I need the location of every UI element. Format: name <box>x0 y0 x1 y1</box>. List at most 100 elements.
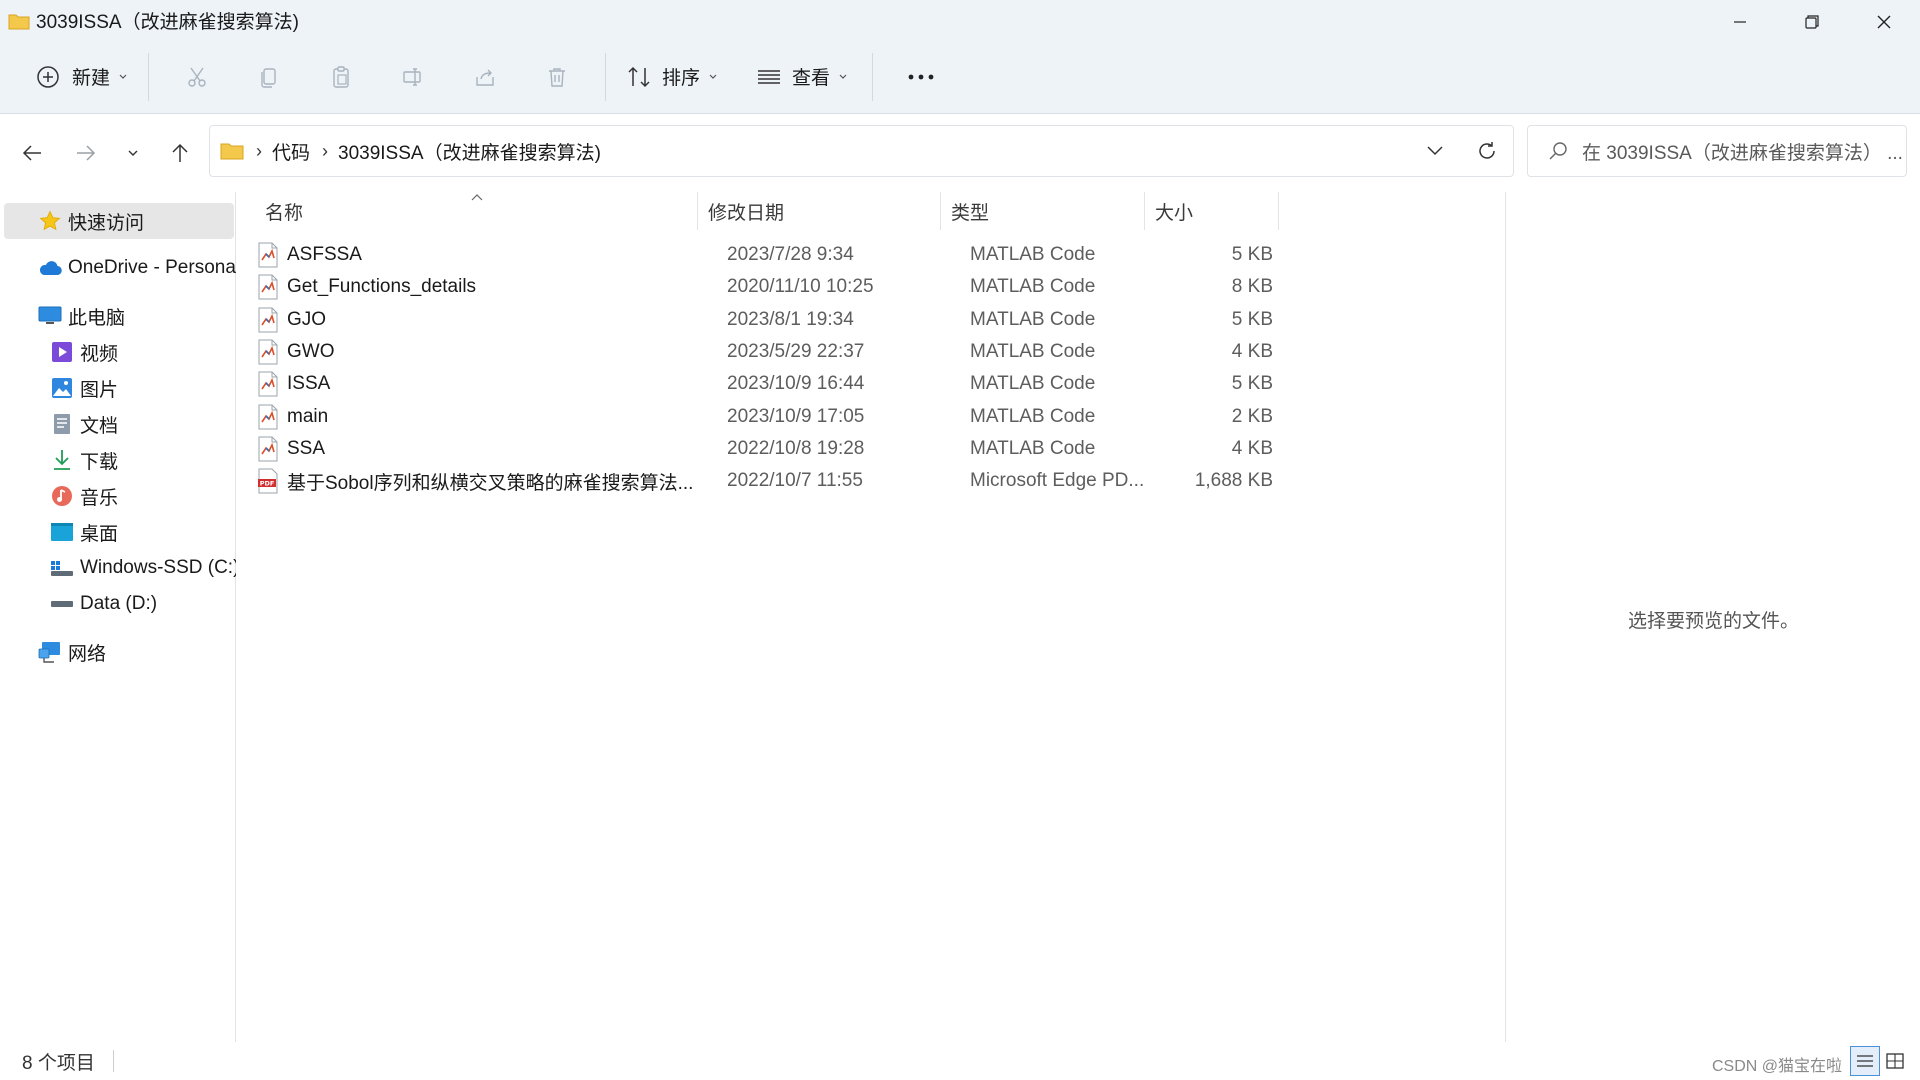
file-size: 2 KB <box>1231 405 1273 427</box>
matlab-file-icon <box>257 436 279 462</box>
clipboard-icon <box>333 65 349 88</box>
scissors-icon <box>188 67 206 87</box>
sidebar-item-documents[interactable]: 文档 <box>0 406 236 442</box>
file-type: MATLAB Code <box>970 276 1096 298</box>
sort-button[interactable]: 排序 <box>618 52 726 102</box>
matlab-file-icon <box>257 242 279 268</box>
column-type-label: 类型 <box>951 202 990 224</box>
back-button[interactable] <box>5 126 59 180</box>
file-name: ASFSSA <box>287 244 362 265</box>
file-name-cell: ISSA <box>257 368 697 400</box>
file-type: MATLAB Code <box>970 437 1096 459</box>
file-row[interactable]: PDF 基于Sobol序列和纵横交叉策略的麻雀搜索算法... 2022/10/7 1… <box>257 465 1277 497</box>
cut-button[interactable] <box>161 52 233 102</box>
file-date: 2022/10/8 19:28 <box>727 437 865 459</box>
drive-c-icon <box>50 557 74 579</box>
column-header-size[interactable]: 大小 <box>1145 192 1279 230</box>
share-button[interactable] <box>449 52 521 102</box>
star-icon <box>38 210 62 232</box>
view-label: 查看 <box>792 68 831 89</box>
file-size: 1,688 KB <box>1194 470 1273 492</box>
column-header-name[interactable]: 名称 <box>237 192 698 230</box>
file-row[interactable]: GWO 2023/5/29 22:37 MATLAB Code 4 KB <box>257 336 1277 368</box>
minimize-icon <box>1734 21 1746 23</box>
matlab-file-icon <box>257 307 279 333</box>
sort-ascending-icon <box>471 190 483 204</box>
sidebar-item-label: 图片 <box>80 379 119 401</box>
rename-button[interactable] <box>377 52 449 102</box>
address-bar[interactable]: › 代码 › 3039ISSA（改进麻雀搜索算法) <box>209 125 1514 177</box>
search-box[interactable]: 在 3039ISSA（改进麻雀搜索算法） ... <box>1527 125 1907 177</box>
sidebar-item-drive-c[interactable]: Windows-SSD (C:) <box>0 550 236 586</box>
sidebar-item-this-pc[interactable]: 此电脑 <box>0 298 236 334</box>
new-button[interactable]: 新建 <box>28 52 136 102</box>
column-header-type[interactable]: 类型 <box>941 192 1145 230</box>
sidebar-item-desktop[interactable]: 桌面 <box>0 514 236 550</box>
folder-icon <box>8 12 30 30</box>
sidebar-item-pictures[interactable]: 图片 <box>0 370 236 406</box>
sort-icon <box>628 66 650 87</box>
matlab-file-icon <box>257 404 279 430</box>
paste-button[interactable] <box>305 52 377 102</box>
file-name-cell: GJO <box>257 304 697 336</box>
sidebar-item-label: 音乐 <box>80 487 119 509</box>
recent-locations-button[interactable] <box>113 126 153 180</box>
file-row[interactable]: Get_Functions_details 2020/11/10 10:25 MAT… <box>257 271 1277 303</box>
file-size: 5 KB <box>1231 373 1273 395</box>
new-label: 新建 <box>72 68 111 89</box>
sidebar-item-onedrive[interactable]: OneDrive - Personal <box>0 250 236 286</box>
folder-icon <box>220 142 244 160</box>
file-type: MATLAB Code <box>970 244 1096 265</box>
document-icon <box>50 413 74 435</box>
command-bar: 新建 排序 查看 <box>0 40 1920 114</box>
column-name-label: 名称 <box>265 202 304 224</box>
sidebar-item-label: 文档 <box>80 415 119 437</box>
chevron-down-icon <box>1427 146 1443 156</box>
toolbar-divider <box>872 52 874 101</box>
sidebar-item-music[interactable]: 音乐 <box>0 478 236 514</box>
matlab-file-icon <box>257 339 279 365</box>
breadcrumb-code[interactable]: 代码 <box>272 138 310 165</box>
file-row[interactable]: ASFSSA 2023/7/28 9:34 MATLAB Code 5 KB <box>257 239 1277 271</box>
file-row[interactable]: SSA 2022/10/8 19:28 MATLAB Code 4 KB <box>257 433 1277 465</box>
copy-button[interactable] <box>233 52 305 102</box>
details-view-button[interactable] <box>1850 1046 1880 1076</box>
window-controls <box>1704 0 1920 44</box>
sidebar-item-drive-d[interactable]: Data (D:) <box>0 586 236 622</box>
plus-circle-icon <box>37 65 59 88</box>
sidebar-item-quick-access[interactable]: 快速访问 <box>4 203 234 239</box>
delete-button[interactable] <box>521 52 593 102</box>
refresh-button[interactable] <box>1461 126 1513 176</box>
file-name: Get_Functions_details <box>287 276 477 298</box>
file-date: 2022/10/7 11:55 <box>727 470 863 492</box>
close-button[interactable] <box>1848 0 1920 44</box>
restore-button[interactable] <box>1776 0 1848 44</box>
layout-toggle <box>1850 1046 1910 1076</box>
file-row[interactable]: main 2023/10/9 17:05 MATLAB Code 2 KB <box>257 401 1277 433</box>
sidebar-item-videos[interactable]: 视频 <box>0 334 236 370</box>
up-button[interactable] <box>153 126 207 180</box>
view-button[interactable]: 查看 <box>748 52 856 102</box>
file-name-cell: PDF 基于Sobol序列和纵横交叉策略的麻雀搜索算法... <box>257 465 697 497</box>
file-name: main <box>287 405 329 427</box>
tiles-view-button[interactable] <box>1880 1046 1910 1076</box>
toolbar-divider <box>605 52 607 101</box>
more-options-button[interactable] <box>885 52 957 102</box>
forward-button[interactable] <box>59 126 113 180</box>
file-name-cell: SSA <box>257 433 697 465</box>
file-name: GWO <box>287 340 335 362</box>
file-date: 2023/7/28 9:34 <box>727 244 854 265</box>
breadcrumb-current-folder[interactable]: 3039ISSA（改进麻雀搜索算法) <box>338 138 601 165</box>
title-bar: 3039ISSA（改进麻雀搜索算法) <box>0 0 1920 40</box>
video-icon <box>50 341 74 363</box>
file-row[interactable]: GJO 2023/8/1 19:34 MATLAB Code 5 KB <box>257 304 1277 336</box>
file-size: 5 KB <box>1231 244 1273 265</box>
column-date-label: 修改日期 <box>708 202 785 224</box>
sidebar-item-network[interactable]: 网络 <box>0 634 236 670</box>
arrow-right-icon <box>77 145 96 161</box>
column-header-date[interactable]: 修改日期 <box>698 192 941 230</box>
minimize-button[interactable] <box>1704 0 1776 44</box>
file-row[interactable]: ISSA 2023/10/9 16:44 MATLAB Code 5 KB <box>257 368 1277 400</box>
address-dropdown-button[interactable] <box>1409 126 1461 176</box>
sidebar-item-downloads[interactable]: 下载 <box>0 442 236 478</box>
